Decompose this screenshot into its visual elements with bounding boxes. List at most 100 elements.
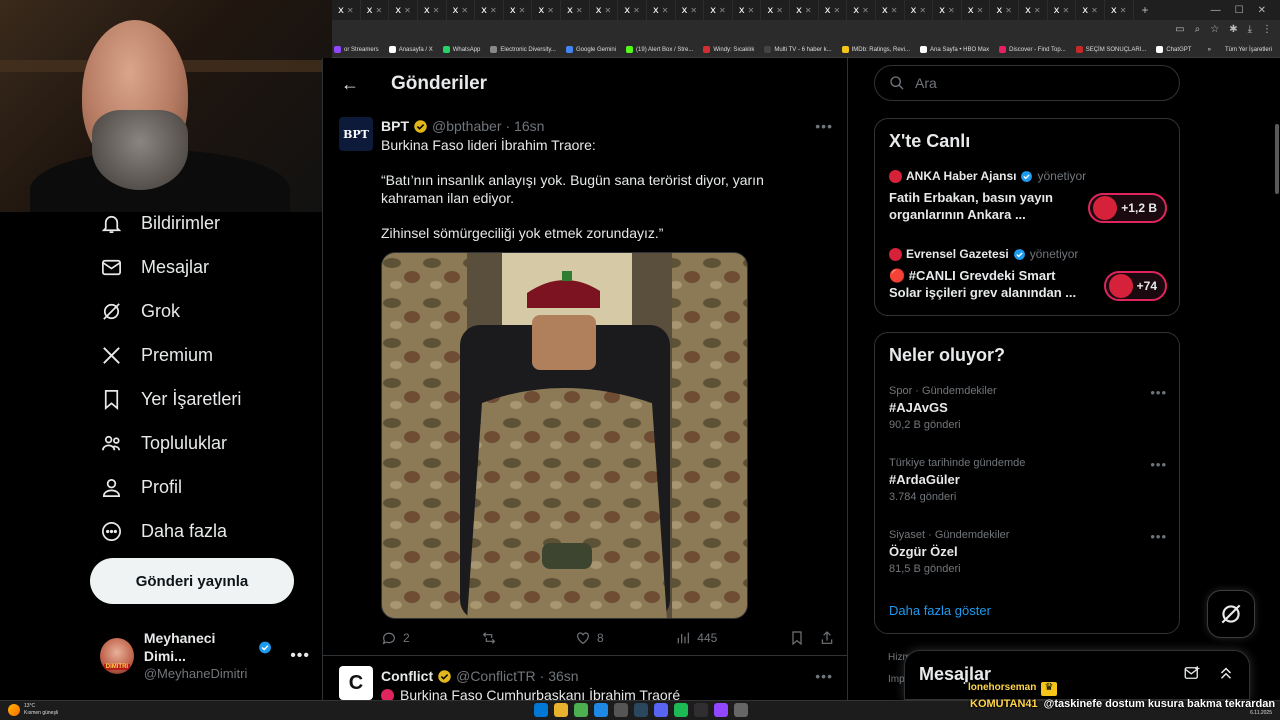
browser-tab[interactable]: x ✕ bbox=[704, 0, 733, 20]
browser-tab[interactable]: x ✕ bbox=[618, 0, 647, 20]
browser-tab[interactable]: x ✕ bbox=[389, 0, 418, 20]
tab-close-icon[interactable]: ✕ bbox=[719, 6, 726, 15]
nav-item-notifications[interactable]: Bildirimler bbox=[100, 212, 220, 235]
browser-tab[interactable]: x ✕ bbox=[418, 0, 447, 20]
tab-close-icon[interactable]: ✕ bbox=[376, 6, 383, 15]
tab-close-icon[interactable]: ✕ bbox=[1120, 6, 1127, 15]
reply-button[interactable]: 2 bbox=[381, 630, 410, 646]
browser-tab[interactable]: x ✕ bbox=[962, 0, 991, 20]
nav-item-profile[interactable]: Profil bbox=[100, 476, 182, 499]
file-explorer-icon[interactable] bbox=[554, 703, 568, 717]
browser-tab[interactable]: x ✕ bbox=[361, 0, 390, 20]
browser-tab[interactable]: x ✕ bbox=[676, 0, 705, 20]
browser-tab[interactable]: x ✕ bbox=[1076, 0, 1105, 20]
trend-more-icon[interactable]: ••• bbox=[1150, 457, 1167, 472]
live-item[interactable]: ANKA Haber Ajansı yönetiyor Fatih Erbaka… bbox=[889, 169, 1167, 223]
tweet-author-handle[interactable]: @ConflictTR bbox=[456, 668, 536, 684]
tweet-timestamp[interactable]: · 36sn bbox=[540, 668, 579, 684]
tweet[interactable]: BPT BPT @bpthaber · 16sn ••• Burkina Fas… bbox=[323, 110, 847, 656]
tweet[interactable]: C Conflict @ConflictTR · 36sn ••• Burkin… bbox=[323, 656, 847, 700]
new-tab-button[interactable]: + bbox=[1134, 3, 1157, 17]
tab-close-icon[interactable]: ✕ bbox=[404, 6, 411, 15]
browser-tab[interactable]: x ✕ bbox=[819, 0, 848, 20]
messages-drawer[interactable]: Mesajlar bbox=[904, 650, 1250, 700]
browser-tab[interactable]: x ✕ bbox=[990, 0, 1019, 20]
browser-tab[interactable]: x ✕ bbox=[733, 0, 762, 20]
bookmark-item[interactable]: Electronic Diversity... bbox=[490, 46, 556, 53]
tab-close-icon[interactable]: ✕ bbox=[748, 6, 755, 15]
bookmark-icon[interactable] bbox=[789, 630, 805, 646]
obs-icon[interactable] bbox=[694, 703, 708, 717]
tab-close-icon[interactable]: ✕ bbox=[490, 6, 497, 15]
tab-close-icon[interactable]: ✕ bbox=[633, 6, 640, 15]
like-button[interactable]: 8 bbox=[575, 630, 604, 646]
live-listeners-pill[interactable]: +74 bbox=[1103, 271, 1167, 301]
live-item[interactable]: Evrensel Gazetesi yönetiyor 🔴 #CANLI Gre… bbox=[889, 247, 1167, 301]
views-button[interactable]: 445 bbox=[675, 630, 717, 646]
bookmark-item[interactable]: Windy: Sıcaklık bbox=[703, 46, 754, 53]
nav-item-more[interactable]: Daha fazla bbox=[100, 520, 227, 543]
app-icon[interactable] bbox=[734, 703, 748, 717]
account-more-icon[interactable]: ••• bbox=[290, 647, 310, 665]
nav-item-premium[interactable]: Premium bbox=[100, 344, 213, 367]
browser-tab[interactable]: x ✕ bbox=[1019, 0, 1048, 20]
weather-widget[interactable]: 13°C Kısmen güneşli bbox=[8, 703, 58, 717]
expand-up-icon[interactable] bbox=[1217, 664, 1235, 682]
tweet-author-name[interactable]: Conflict bbox=[381, 668, 433, 684]
trend-more-icon[interactable]: ••• bbox=[1150, 529, 1167, 544]
steam-icon[interactable] bbox=[634, 703, 648, 717]
chrome-icon[interactable] bbox=[574, 703, 588, 717]
browser-tab[interactable]: x ✕ bbox=[590, 0, 619, 20]
browser-tab[interactable]: x ✕ bbox=[790, 0, 819, 20]
new-message-icon[interactable] bbox=[1183, 664, 1201, 682]
store-icon[interactable] bbox=[614, 703, 628, 717]
tab-close-icon[interactable]: ✕ bbox=[347, 6, 354, 15]
tab-close-icon[interactable]: ✕ bbox=[1034, 6, 1041, 15]
tab-close-icon[interactable]: ✕ bbox=[776, 6, 783, 15]
browser-tab[interactable]: x ✕ bbox=[876, 0, 905, 20]
browser-tab[interactable]: x ✕ bbox=[475, 0, 504, 20]
tab-close-icon[interactable]: ✕ bbox=[576, 6, 583, 15]
tab-close-icon[interactable]: ✕ bbox=[948, 6, 955, 15]
tweet-timestamp[interactable]: · 16sn bbox=[505, 118, 544, 134]
bookmark-item[interactable]: Discover - Find Top... bbox=[999, 46, 1066, 53]
browser-tab[interactable]: x ✕ bbox=[532, 0, 561, 20]
minimize-icon[interactable]: — bbox=[1211, 5, 1221, 16]
tab-close-icon[interactable]: ✕ bbox=[834, 6, 841, 15]
tab-close-icon[interactable]: ✕ bbox=[605, 6, 612, 15]
tweet-author-name[interactable]: BPT bbox=[381, 118, 409, 134]
browser-tab[interactable]: x ✕ bbox=[647, 0, 676, 20]
nav-item-bookmarks[interactable]: Yer İşaretleri bbox=[100, 388, 241, 411]
bookmark-item[interactable]: IMDb: Ratings, Revi... bbox=[841, 46, 910, 53]
tab-close-icon[interactable]: ✕ bbox=[547, 6, 554, 15]
spotify-icon[interactable] bbox=[674, 703, 688, 717]
bookmark-item[interactable]: (19) Alert Box / Stre... bbox=[626, 46, 693, 53]
cast-icon[interactable]: ▭ bbox=[1175, 24, 1184, 35]
browser-tab[interactable]: x ✕ bbox=[561, 0, 590, 20]
tab-close-icon[interactable]: ✕ bbox=[519, 6, 526, 15]
search-input[interactable]: Ara bbox=[874, 65, 1180, 101]
star-icon[interactable]: ☆ bbox=[1210, 24, 1219, 35]
maximize-icon[interactable]: ☐ bbox=[1235, 5, 1244, 16]
bookmarks-overflow[interactable]: » bbox=[1208, 47, 1211, 53]
tab-close-icon[interactable]: ✕ bbox=[1063, 6, 1070, 15]
extensions-icon[interactable]: ✱ bbox=[1229, 24, 1237, 35]
zoom-icon[interactable]: ⌕ bbox=[1195, 24, 1201, 35]
browser-tab[interactable]: x ✕ bbox=[905, 0, 934, 20]
bookmark-item[interactable]: ChatGPT bbox=[1156, 46, 1191, 53]
tab-close-icon[interactable]: ✕ bbox=[690, 6, 697, 15]
tab-close-icon[interactable]: ✕ bbox=[433, 6, 440, 15]
back-arrow-icon[interactable]: ← bbox=[341, 74, 359, 95]
bookmark-item[interactable]: or Streamers bbox=[334, 46, 379, 53]
tab-close-icon[interactable]: ✕ bbox=[862, 6, 869, 15]
trend-item[interactable]: Spor · Gündemdekiler #AJAvGS 90,2 B gönd… bbox=[889, 385, 1167, 431]
tab-close-icon[interactable]: ✕ bbox=[891, 6, 898, 15]
close-window-icon[interactable]: ✕ bbox=[1258, 5, 1266, 16]
download-icon[interactable]: ⤓ bbox=[1248, 24, 1252, 35]
browser-tab[interactable]: x ✕ bbox=[332, 0, 361, 20]
bookmark-item[interactable]: Multi TV - 6 haber k... bbox=[764, 46, 832, 53]
post-button[interactable]: Gönderi yayınla bbox=[90, 558, 294, 604]
tab-close-icon[interactable]: ✕ bbox=[461, 6, 468, 15]
edge-icon[interactable] bbox=[594, 703, 608, 717]
show-more-link[interactable]: Daha fazla göster bbox=[889, 603, 991, 618]
